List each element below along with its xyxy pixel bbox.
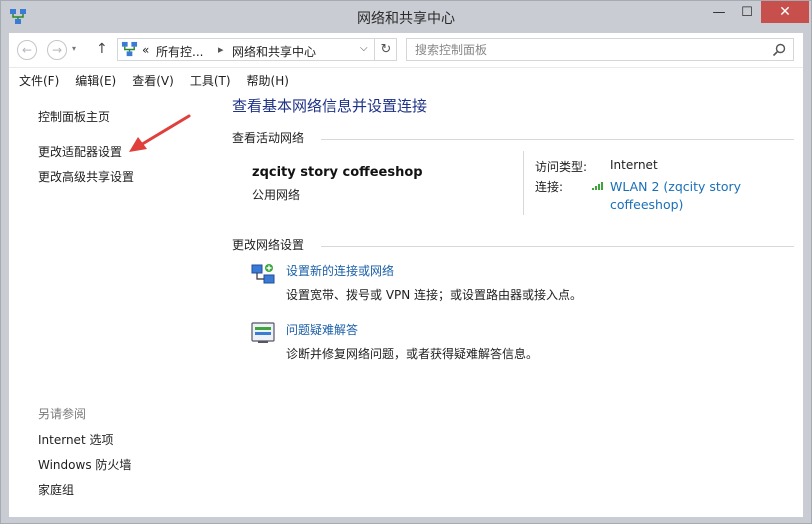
content-pane: 控制面板主页 更改适配器设置 更改高级共享设置 另请参阅 Internet 选项…: [9, 92, 803, 517]
network-type-link[interactable]: 公用网络: [252, 186, 300, 203]
arrow-up-icon: ↑: [96, 41, 108, 57]
setup-new-connection-link[interactable]: 设置新的连接或网络: [286, 262, 394, 279]
see-also-windows-firewall[interactable]: Windows 防火墙: [38, 456, 131, 473]
wlan-connection-link[interactable]: WLAN 2 (zqcity story coffeeshop): [610, 178, 760, 214]
refresh-icon: ↻: [380, 42, 392, 57]
troubleshoot-problems-link[interactable]: 问题疑难解答: [286, 321, 358, 338]
minimize-button[interactable]: —: [705, 1, 733, 23]
see-also-internet-options[interactable]: Internet 选项: [38, 431, 113, 448]
troubleshoot-problems-description: 诊断并修复网络问题，或者获得疑难解答信息。: [286, 347, 539, 361]
title-bar[interactable]: 网络和共享中心 — ☐ ✕: [1, 1, 811, 33]
maximize-button[interactable]: ☐: [733, 1, 761, 23]
address-dropdown-chevron-icon[interactable]: ⌵: [360, 43, 368, 54]
network-info-divider: [523, 151, 524, 215]
network-name: zqcity story coffeeshop: [252, 165, 423, 180]
active-networks-heading: 查看活动网络: [232, 131, 305, 145]
new-connection-icon: [251, 264, 275, 284]
access-type-label: 访问类型:: [535, 160, 588, 174]
change-network-settings-heading: 更改网络设置: [232, 238, 305, 252]
wifi-signal-icon: [592, 182, 603, 190]
recent-locations-chevron-icon[interactable]: ▾: [72, 44, 76, 53]
breadcrumb-all-control-panel[interactable]: 所有控...: [156, 43, 203, 60]
menu-help[interactable]: 帮助(H): [247, 72, 289, 89]
menu-view[interactable]: 查看(V): [132, 72, 174, 89]
search-box[interactable]: [406, 38, 794, 61]
troubleshoot-icon: [251, 322, 275, 343]
address-bar[interactable]: « 所有控... ▸ 网络和共享中心 ⌵ ↻: [117, 38, 397, 61]
menu-edit[interactable]: 编辑(E): [75, 72, 116, 89]
menu-bar: 文件(F) 编辑(E) 查看(V) 工具(T) 帮助(H): [9, 67, 803, 92]
sidebar-link-control-panel-home[interactable]: 控制面板主页: [38, 108, 110, 125]
arrow-right-icon: →: [51, 43, 63, 57]
window-title: 网络和共享中心: [357, 11, 455, 27]
refresh-button[interactable]: ↻: [374, 38, 397, 61]
search-input[interactable]: [407, 39, 767, 60]
active-networks-divider: [321, 139, 794, 140]
access-type-value: Internet: [610, 158, 658, 172]
see-also-heading: 另请参阅: [38, 407, 87, 421]
sidebar-link-change-adapter-settings[interactable]: 更改适配器设置: [38, 143, 122, 160]
back-button[interactable]: ←: [17, 40, 37, 60]
menu-tools[interactable]: 工具(T): [190, 72, 231, 89]
breadcrumb-separator-icon[interactable]: ▸: [218, 43, 224, 56]
search-icon[interactable]: [771, 42, 787, 58]
network-center-icon: [121, 41, 138, 57]
see-also-homegroup[interactable]: 家庭组: [38, 481, 74, 498]
connection-label: 连接:: [535, 180, 564, 194]
breadcrumb-overflow[interactable]: «: [142, 43, 149, 57]
sidebar-link-advanced-sharing-settings[interactable]: 更改高级共享设置: [38, 168, 134, 185]
network-sharing-center-window: 网络和共享中心 — ☐ ✕ ← → ▾ ↑ « 所有控... ▸ 网络和共享中心…: [0, 0, 812, 524]
close-button[interactable]: ✕: [761, 1, 809, 23]
change-settings-divider: [321, 246, 794, 247]
forward-button[interactable]: →: [47, 40, 67, 60]
breadcrumb-network-center[interactable]: 网络和共享中心: [232, 43, 316, 60]
setup-new-connection-description: 设置宽带、拨号或 VPN 连接；或设置路由器或接入点。: [286, 288, 583, 302]
navigation-bar: ← → ▾ ↑ « 所有控... ▸ 网络和共享中心 ⌵ ↻: [9, 33, 803, 67]
up-button[interactable]: ↑: [96, 41, 108, 57]
arrow-left-icon: ←: [21, 43, 33, 57]
menu-file[interactable]: 文件(F): [19, 72, 59, 89]
annotation-arrow-icon: [129, 114, 191, 152]
page-title: 查看基本网络信息并设置连接: [232, 97, 428, 115]
